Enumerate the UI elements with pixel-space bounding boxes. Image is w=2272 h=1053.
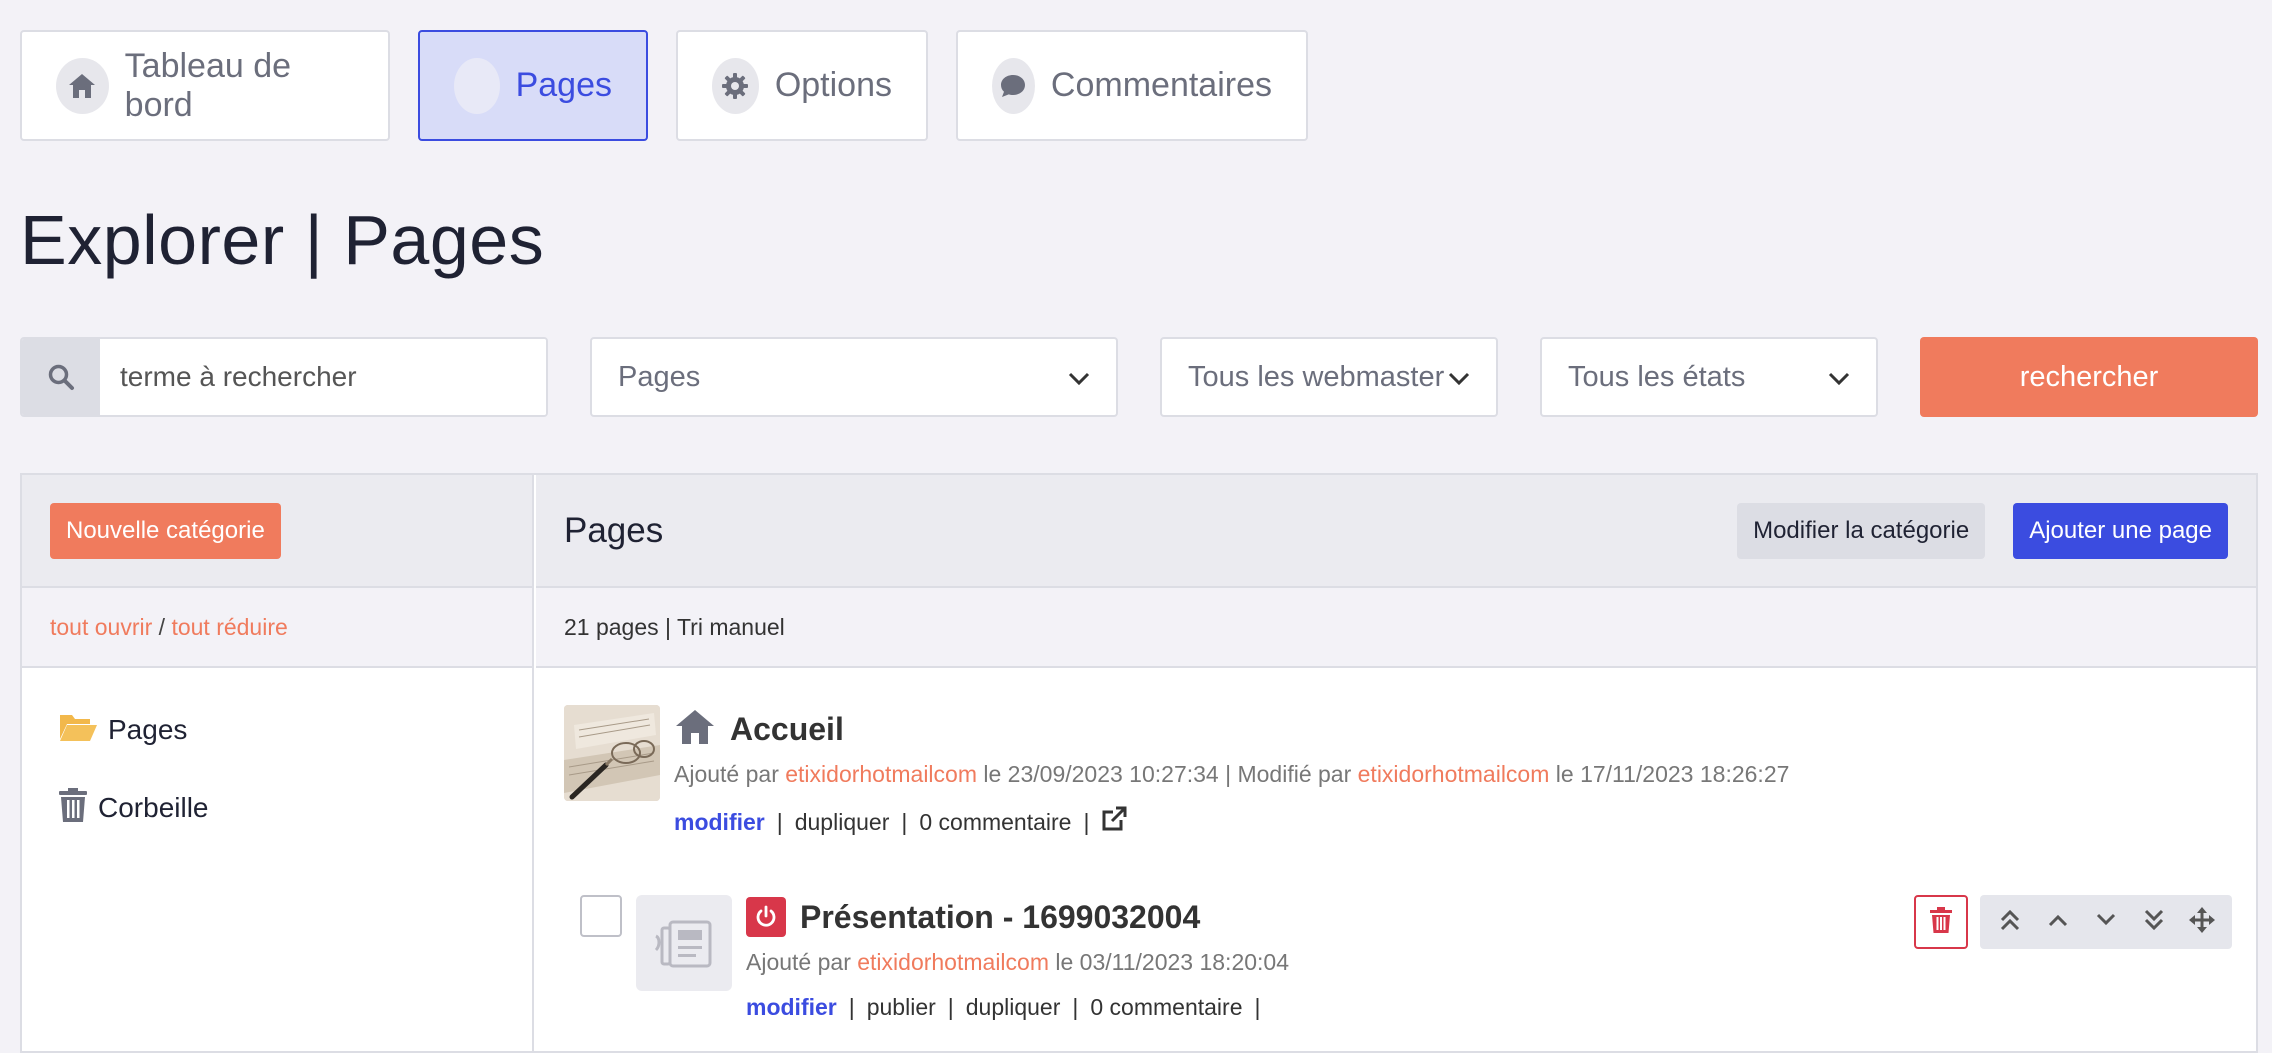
chevron-down-icon	[1448, 361, 1470, 394]
double-chevron-up-icon	[2000, 909, 2020, 936]
comment-icon	[992, 57, 1035, 114]
author-link[interactable]: etixidorhotmailcom	[785, 761, 977, 787]
move-to-bottom-button[interactable]	[2130, 895, 2178, 949]
double-chevron-down-icon	[2144, 909, 2164, 936]
tab-comments[interactable]: Commentaires	[956, 30, 1308, 141]
page-title-link[interactable]: Présentation - 1699032004	[800, 899, 1200, 936]
move-arrows-icon	[2189, 906, 2215, 938]
explorer-panel: Nouvelle catégorie tout ouvrir / tout ré…	[20, 473, 2258, 1053]
search-button[interactable]: rechercher	[1920, 337, 2258, 417]
open-all-link[interactable]: tout ouvrir	[50, 614, 152, 641]
separator: |	[1083, 808, 1090, 835]
webmaster-select[interactable]: Tous les webmaster	[1160, 337, 1498, 417]
move-to-top-button[interactable]	[1986, 895, 2034, 949]
page-meta: Ajouté par etixidorhotmailcom le 23/09/2…	[674, 761, 1789, 788]
sidebar-item-trash[interactable]: Corbeille	[58, 780, 532, 836]
trash-icon	[58, 787, 88, 830]
publish-link[interactable]: publier	[867, 994, 936, 1021]
search-icon[interactable]	[22, 339, 100, 415]
tab-pages[interactable]: Pages	[418, 30, 648, 141]
category-sidebar: Nouvelle catégorie tout ouvrir / tout ré…	[22, 475, 534, 1051]
duplicate-link[interactable]: dupliquer	[966, 994, 1061, 1021]
add-page-button[interactable]: Ajouter une page	[2013, 502, 2228, 559]
chevron-down-icon	[1828, 361, 1850, 394]
move-down-button[interactable]	[2082, 895, 2130, 949]
list-item: Accueil Ajouté par etixidorhotmailcom le…	[564, 705, 2244, 845]
main-nav: Tableau de bord Pages Options Commentair…	[20, 30, 1308, 141]
category-tree: Pages Corbeille	[22, 668, 532, 836]
meta-added-prefix: Ajouté par	[674, 761, 786, 787]
tree-controls-separator: /	[152, 613, 172, 640]
tree-controls: tout ouvrir / tout réduire	[22, 588, 532, 668]
tab-dashboard[interactable]: Tableau de bord	[20, 30, 390, 141]
separator: |	[848, 994, 855, 1020]
sidebar-item-label: Corbeille	[98, 792, 209, 823]
sidebar-header: Nouvelle catégorie	[22, 475, 532, 588]
edit-link[interactable]: modifier	[674, 809, 765, 836]
webmaster-select-value: Tous les webmaster	[1188, 360, 1445, 393]
separator: |	[947, 994, 954, 1020]
chevron-down-icon	[2096, 913, 2116, 932]
duplicate-link[interactable]: dupliquer	[795, 809, 890, 836]
state-select-value: Tous les états	[1568, 360, 1746, 393]
list-header: Pages Modifier la catégorie Ajouter une …	[536, 475, 2256, 588]
edit-link[interactable]: modifier	[746, 994, 837, 1021]
meta-added-date: le 03/11/2023 18:20:04	[1049, 949, 1290, 975]
edit-category-button[interactable]: Modifier la catégorie	[1737, 502, 1986, 559]
meta-added-prefix: Ajouté par	[746, 949, 858, 975]
sidebar-item-pages[interactable]: Pages	[58, 702, 532, 758]
collapse-all-link[interactable]: tout réduire	[171, 614, 287, 641]
search-input[interactable]	[100, 339, 546, 415]
page-title: Explorer | Pages	[20, 201, 545, 279]
page-thumbnail	[564, 705, 660, 801]
section-title: Pages	[564, 510, 664, 550]
separator: |	[1072, 994, 1079, 1020]
pages-list-area: Pages Modifier la catégorie Ajouter une …	[536, 475, 2256, 1051]
gear-icon	[712, 57, 759, 114]
sidebar-item-label: Pages	[108, 714, 188, 745]
delete-button[interactable]	[1914, 895, 1968, 949]
type-select-value: Pages	[618, 360, 701, 393]
trash-icon	[1930, 906, 1952, 938]
reorder-controls	[1980, 895, 2232, 949]
state-select[interactable]: Tous les états	[1540, 337, 1878, 417]
external-link-icon[interactable]	[1101, 806, 1127, 838]
new-category-button[interactable]: Nouvelle catégorie	[50, 502, 281, 559]
separator: |	[1254, 994, 1261, 1020]
chevron-up-icon	[2048, 913, 2068, 932]
separator: |	[776, 808, 783, 835]
comments-link[interactable]: 0 commentaire	[1090, 994, 1242, 1021]
home-icon	[56, 57, 109, 114]
tab-label: Options	[774, 66, 892, 104]
tab-label: Commentaires	[1050, 66, 1272, 104]
move-up-button[interactable]	[2034, 895, 2082, 949]
page-meta: Ajouté par etixidorhotmailcom le 03/11/2…	[746, 949, 1289, 976]
circle-icon	[454, 57, 500, 114]
comments-link[interactable]: 0 commentaire	[919, 809, 1071, 836]
tab-options[interactable]: Options	[676, 30, 928, 141]
modifier-link[interactable]: etixidorhotmailcom	[1358, 761, 1550, 787]
type-select[interactable]: Pages	[590, 337, 1118, 417]
tab-label: Pages	[515, 66, 612, 104]
meta-added-date: le 23/09/2023 10:27:34 | Modifié par	[977, 761, 1358, 787]
search-field	[20, 337, 548, 417]
chevron-down-icon	[1068, 361, 1090, 394]
page-thumbnail-placeholder	[636, 895, 732, 991]
drag-handle[interactable]	[2178, 895, 2226, 949]
tab-label: Tableau de bord	[124, 46, 292, 124]
list-summary: 21 pages | Tri manuel	[536, 588, 2256, 668]
list-item: Présentation - 1699032004 Ajouté par eti…	[580, 895, 2232, 1035]
meta-modified-date: le 17/11/2023 18:26:27	[1549, 761, 1790, 787]
page-actions: modifier | publier | dupliquer | 0 comme…	[746, 994, 1272, 1021]
row-checkbox[interactable]	[580, 895, 622, 937]
separator: |	[901, 808, 908, 835]
author-link[interactable]: etixidorhotmailcom	[857, 949, 1049, 975]
home-icon	[674, 708, 716, 751]
page-title-link[interactable]: Accueil	[730, 711, 844, 748]
search-bar: Pages Tous les webmaster Tous les états …	[20, 337, 2258, 417]
page-actions: modifier | dupliquer | 0 commentaire |	[674, 806, 1127, 838]
power-icon[interactable]	[746, 897, 786, 937]
folder-open-icon	[58, 711, 98, 750]
